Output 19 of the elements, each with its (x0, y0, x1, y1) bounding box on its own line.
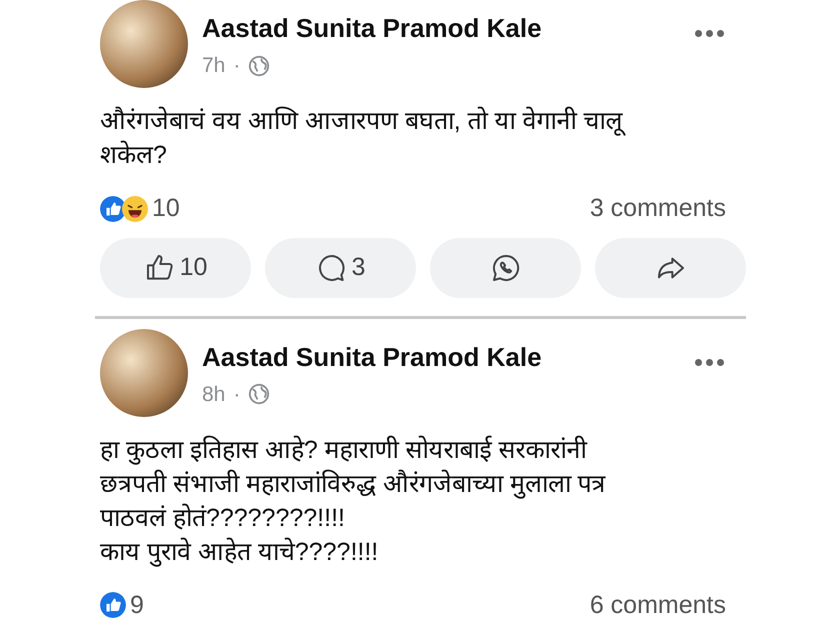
globe-icon (248, 54, 270, 77)
author-name[interactable]: Aastad Sunita Pramod Kale (202, 340, 677, 372)
post-time: 7h (202, 53, 226, 79)
thumbs-up-icon (100, 196, 126, 222)
comment-count[interactable]: 3 comments (590, 190, 726, 228)
reaction-count[interactable]: 10 (152, 190, 180, 228)
post-text: हा कुठला इतिहास आहे? महाराणी सोयराबाई सरकारांनी छत्रपती संभाजी महाराजांविरुद्ध औरंगजेबाच्या मुलाला पत्र पाठवलं होतं????????!!!! काय पुरावे आहेत याचे????!!!! (100, 434, 607, 568)
like-button[interactable]: 10 (100, 238, 251, 298)
comment-button[interactable]: 3 (265, 238, 416, 298)
laughing-face-icon (122, 196, 148, 222)
globe-icon (248, 383, 270, 406)
reaction-count[interactable]: 9 (130, 586, 144, 624)
dot-separator: · (233, 53, 240, 79)
post-text: औरंगजेबाचं वय आणि आजारपण बघता, तो या वेगानी चालू शकेल? (100, 104, 746, 172)
post-time: 8h (202, 382, 226, 408)
author-name[interactable]: Aastad Sunita Pramod Kale (202, 12, 677, 44)
comment-count[interactable]: 6 comments (590, 586, 726, 624)
thumbs-up-icon (100, 592, 126, 618)
dot-separator: · (233, 382, 240, 408)
